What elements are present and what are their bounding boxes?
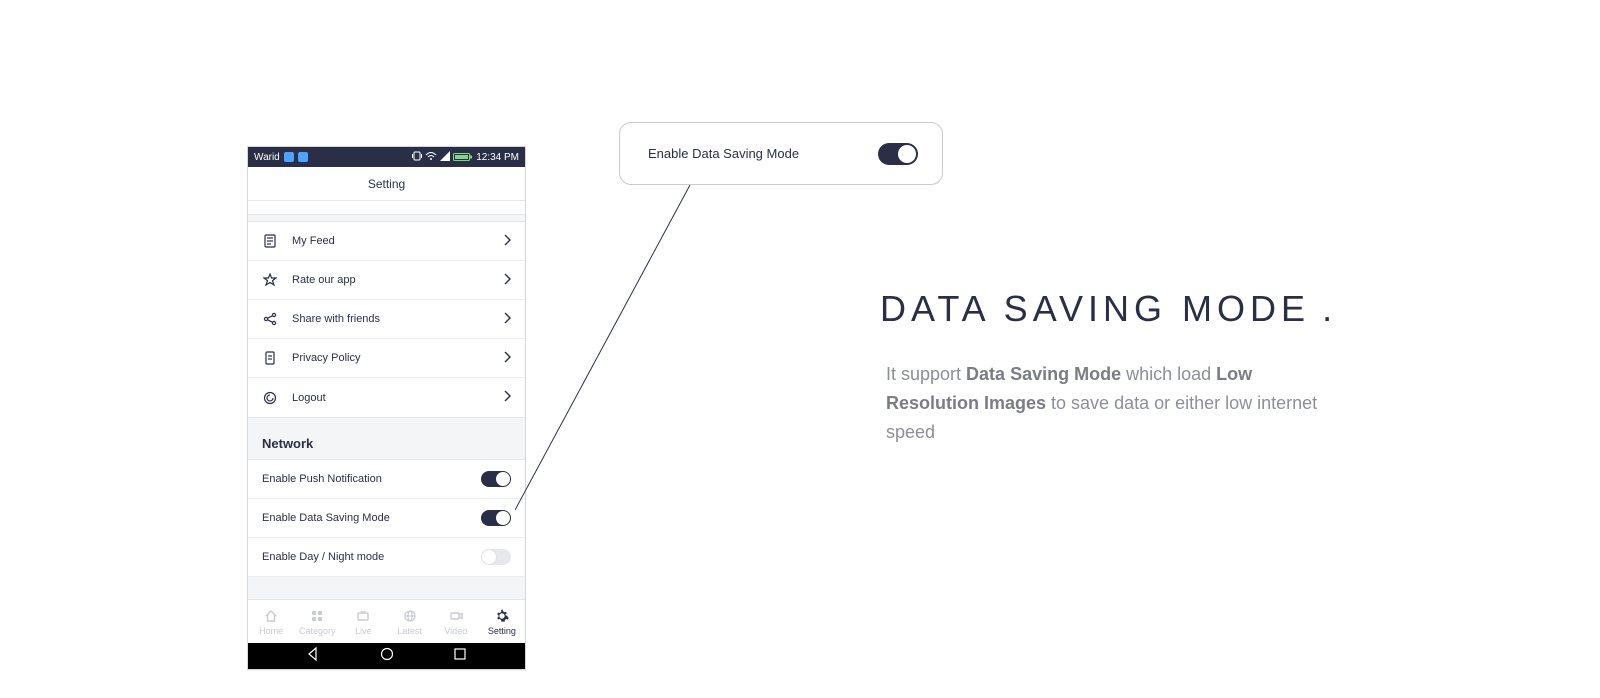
toggle-label: Enable Push Notification <box>262 473 382 485</box>
tv-icon <box>355 608 371 624</box>
globe-icon <box>402 608 418 624</box>
carrier-label: Warid <box>254 152 280 163</box>
page-title: Setting <box>368 177 405 191</box>
recent-apps-icon[interactable] <box>452 646 468 667</box>
chevron-right-icon <box>503 351 511 366</box>
signal-icon <box>440 151 450 164</box>
home-icon <box>263 608 279 624</box>
network-toggle-card: Enable Push Notification Enable Data Sav… <box>248 459 525 577</box>
battery-icon <box>453 152 473 162</box>
nav-label: Category <box>299 626 336 636</box>
menu-item-label: Privacy Policy <box>292 352 503 364</box>
grid-icon <box>309 608 325 624</box>
day-night-toggle[interactable] <box>481 549 511 565</box>
feature-description: It support Data Saving Mode which load L… <box>886 360 1336 446</box>
headline-dot: . <box>1322 288 1337 329</box>
nav-label: Setting <box>488 626 516 636</box>
document-icon <box>262 350 278 366</box>
push-notification-toggle[interactable] <box>481 471 511 487</box>
back-icon[interactable] <box>305 646 321 667</box>
clock-label: 12:34 PM <box>476 152 519 163</box>
vibrate-icon <box>412 151 422 164</box>
toggle-row-data-saving: Enable Data Saving Mode <box>248 499 525 538</box>
chevron-right-icon <box>503 312 511 327</box>
status-indicator-icon <box>284 152 294 162</box>
desc-part: It support <box>886 364 966 384</box>
nav-label: Home <box>259 626 283 636</box>
card-top-sliver <box>248 201 525 215</box>
toggle-row-push: Enable Push Notification <box>248 460 525 499</box>
nav-label: Latest <box>397 626 422 636</box>
menu-item-label: Logout <box>292 392 503 404</box>
share-icon <box>262 311 278 327</box>
callout-data-saving: Enable Data Saving Mode <box>619 122 943 185</box>
toggle-row-day-night: Enable Day / Night mode <box>248 538 525 577</box>
nav-live[interactable]: Live <box>340 600 386 643</box>
settings-scroll[interactable]: My Feed Rate our app Share with friends <box>248 201 525 599</box>
nav-category[interactable]: Category <box>294 600 340 643</box>
home-circle-icon[interactable] <box>379 646 395 667</box>
data-saving-toggle[interactable] <box>481 510 511 526</box>
wifi-icon <box>425 151 437 164</box>
status-indicator-icon <box>298 152 308 162</box>
callout-label: Enable Data Saving Mode <box>648 146 799 161</box>
desc-bold: Data Saving Mode <box>966 364 1121 384</box>
callout-toggle[interactable] <box>878 143 918 165</box>
menu-item-label: Rate our app <box>292 274 503 286</box>
bottom-nav: Home Category Live Latest Video Setting <box>248 599 525 643</box>
menu-item-my-feed[interactable]: My Feed <box>248 222 525 261</box>
menu-item-label: My Feed <box>292 235 503 247</box>
gear-icon <box>494 608 510 624</box>
menu-item-label: Share with friends <box>292 313 503 325</box>
nav-label: Live <box>355 626 372 636</box>
desc-part: which load <box>1121 364 1216 384</box>
android-nav-bar <box>248 643 525 669</box>
section-title-network: Network <box>248 426 525 459</box>
nav-latest[interactable]: Latest <box>387 600 433 643</box>
phone-mock: Warid 12:34 PM Setting <box>247 146 526 670</box>
toggle-label: Enable Data Saving Mode <box>262 512 390 524</box>
menu-item-rate-app[interactable]: Rate our app <box>248 261 525 300</box>
toggle-label: Enable Day / Night mode <box>262 551 384 563</box>
star-icon <box>262 272 278 288</box>
menu-item-share[interactable]: Share with friends <box>248 300 525 339</box>
app-header: Setting <box>248 167 525 201</box>
feature-headline: DATA SAVING MODE. <box>880 288 1337 330</box>
chevron-right-icon <box>503 390 511 405</box>
feed-icon <box>262 233 278 249</box>
nav-home[interactable]: Home <box>248 600 294 643</box>
chevron-right-icon <box>503 234 511 249</box>
video-icon <box>448 608 464 624</box>
menu-item-logout[interactable]: Logout <box>248 378 525 417</box>
logout-icon <box>262 390 278 406</box>
connector-line <box>515 185 705 515</box>
headline-text: DATA SAVING MODE <box>880 288 1310 329</box>
status-bar: Warid 12:34 PM <box>248 147 525 167</box>
chevron-right-icon <box>503 273 511 288</box>
nav-video[interactable]: Video <box>433 600 479 643</box>
general-menu-card: My Feed Rate our app Share with friends <box>248 221 525 418</box>
menu-item-privacy[interactable]: Privacy Policy <box>248 339 525 378</box>
nav-setting[interactable]: Setting <box>479 600 525 643</box>
nav-label: Video <box>444 626 467 636</box>
